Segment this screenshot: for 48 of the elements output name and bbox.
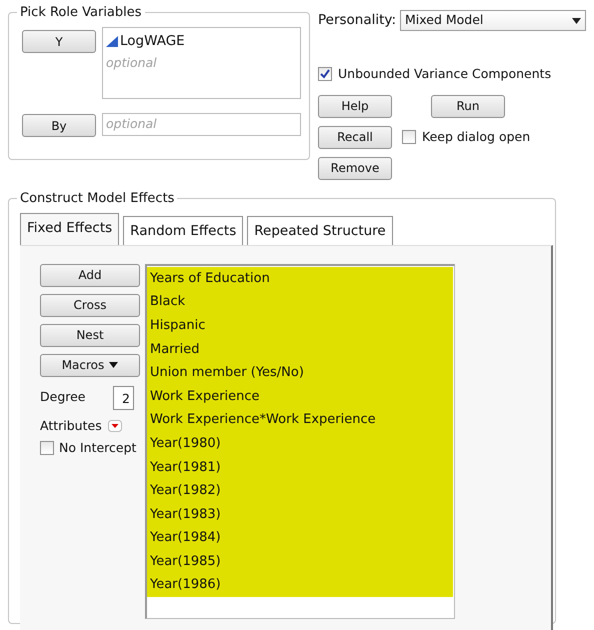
effect-item[interactable]: Year(1981): [147, 456, 453, 480]
tab[interactable]: Random Effects: [123, 216, 244, 245]
effect-button[interactable]: Cross: [40, 294, 140, 317]
effect-item[interactable]: Year(1983): [147, 502, 453, 526]
attributes-label: Attributes: [40, 416, 102, 435]
checkbox-label: Keep dialog open: [422, 128, 530, 146]
macros-menu-button[interactable]: Macros: [40, 354, 140, 377]
caret-icon: [109, 362, 118, 368]
checkbox[interactable]: [40, 440, 54, 455]
action-button[interactable]: Remove: [318, 156, 392, 180]
degree-label: Degree: [40, 388, 86, 406]
effect-item[interactable]: Married: [147, 338, 453, 362]
variable-name[interactable]: LogWAGE: [120, 31, 185, 52]
effect-item[interactable]: Work Experience*Work Experience: [147, 408, 453, 432]
caret-icon: [572, 18, 581, 24]
degree-field[interactable]: 2: [113, 386, 134, 410]
role-list[interactable]: LogWAGE optional: [102, 27, 301, 99]
role-button[interactable]: Y: [22, 30, 96, 53]
effects-list[interactable]: Years of Education Black Hispanic Married Union member (Yes/No) Work Experience Work Experience*Work Experience Year(1980) Year(1981) Year(1982) Year(1983) Year(1984) Year(1985) Year(1986): [145, 264, 455, 619]
continuous-icon: [106, 36, 118, 47]
effect-item[interactable]: Union member (Yes/No): [147, 361, 453, 385]
tab[interactable]: Fixed Effects: [20, 212, 120, 245]
personality-label: Personality:: [318, 11, 396, 30]
dropdown-icon[interactable]: [108, 420, 122, 432]
action-button[interactable]: Run: [431, 94, 505, 118]
checkbox-label: Unbounded Variance Components: [338, 65, 552, 83]
tab[interactable]: Repeated Structure: [247, 216, 393, 245]
checkbox[interactable]: [402, 130, 416, 144]
effect-item[interactable]: Work Experience: [147, 384, 453, 408]
placeholder-text: optional: [106, 54, 158, 72]
effect-button[interactable]: Nest: [40, 324, 140, 347]
role-button[interactable]: By: [22, 114, 96, 137]
effect-item[interactable]: Year(1982): [147, 479, 453, 503]
personality-dropdown[interactable]: Mixed Model: [400, 10, 586, 31]
effect-button[interactable]: Add: [40, 264, 140, 287]
effect-item[interactable]: Years of Education: [147, 266, 453, 290]
effect-item[interactable]: Black: [147, 290, 453, 314]
effect-item[interactable]: Hispanic: [147, 314, 453, 338]
effect-item[interactable]: Year(1986): [147, 573, 453, 598]
checkbox[interactable]: [318, 67, 332, 82]
effect-item[interactable]: Year(1985): [147, 550, 453, 574]
effect-item[interactable]: Year(1980): [147, 432, 453, 456]
panel-title: Construct Model Effects: [19, 192, 176, 205]
action-button[interactable]: Help: [318, 94, 392, 118]
checkbox-label: No Intercept: [59, 438, 136, 457]
action-button[interactable]: Recall: [318, 126, 392, 149]
panel-title: Pick Role Variables: [19, 6, 143, 19]
effect-item[interactable]: Year(1984): [147, 526, 453, 550]
